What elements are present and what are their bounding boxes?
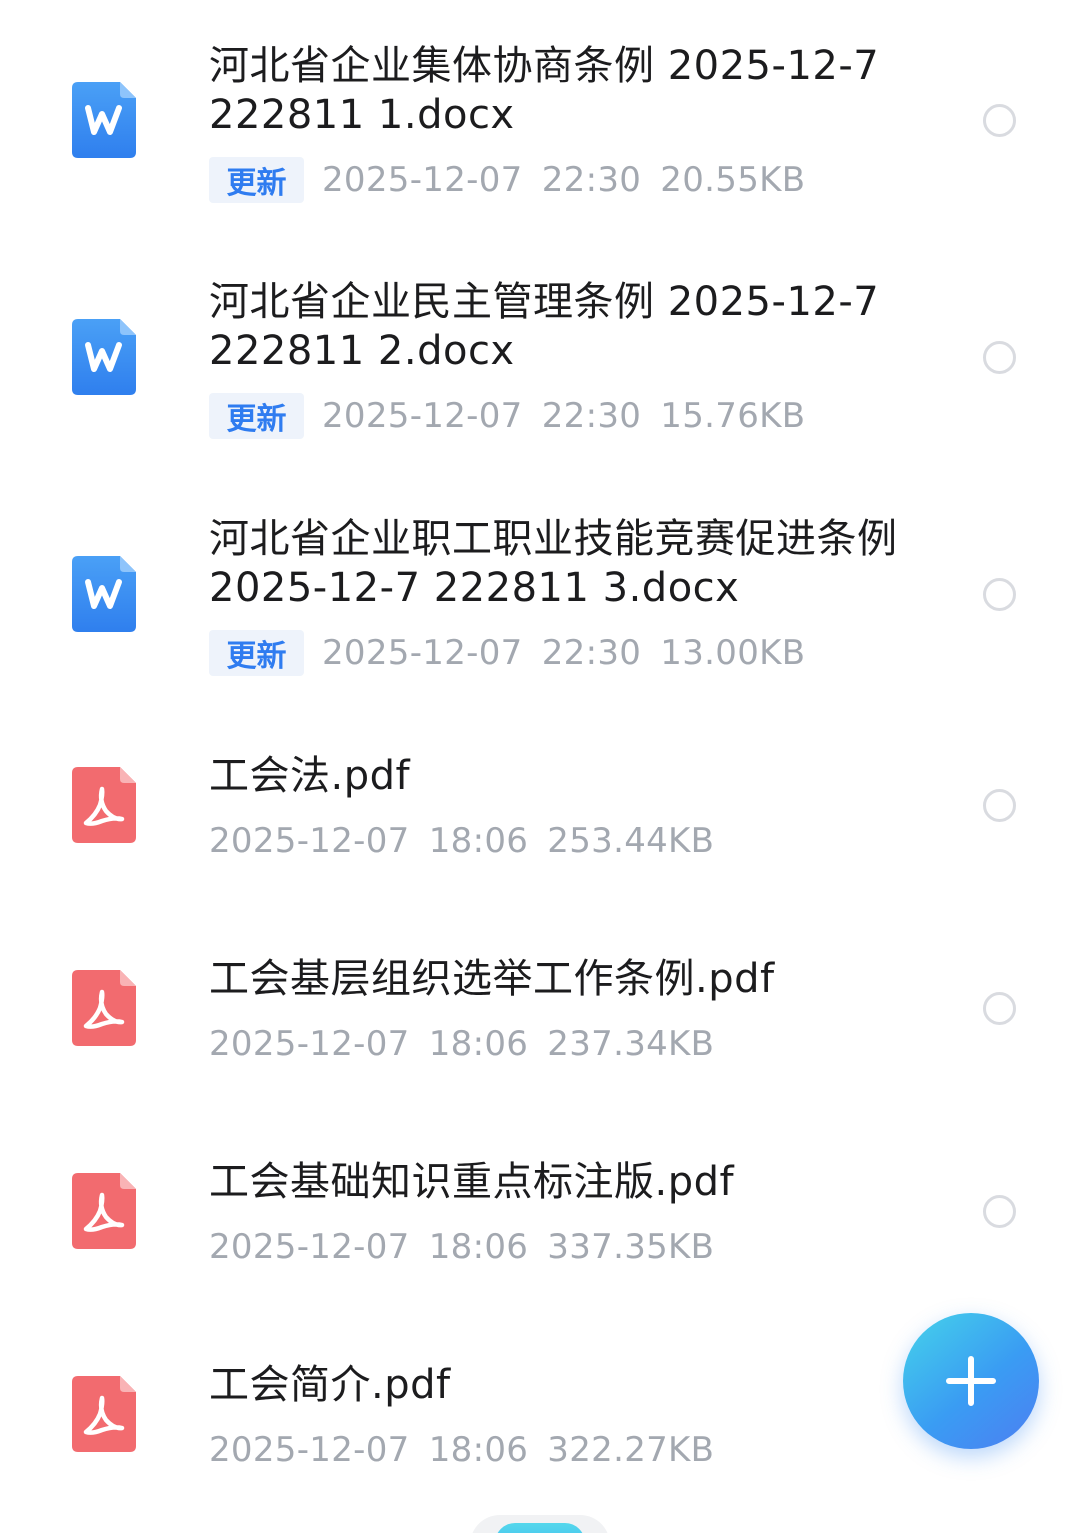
pdf-doc-icon (72, 970, 136, 1046)
file-name: 工会基层组织选举工作条例.pdf (209, 955, 949, 1004)
file-name: 工会法.pdf (209, 752, 949, 801)
file-name-line: 工会简介.pdf (209, 1362, 451, 1408)
select-radio[interactable] (983, 789, 1016, 822)
file-name-line: 工会基础知识重点标注版.pdf (209, 1159, 735, 1205)
word-doc-icon (72, 556, 136, 632)
file-name-line: 河北省企业民主管理条例 2025-12-7 (209, 279, 880, 325)
select-radio[interactable] (983, 1195, 1016, 1228)
pdf-doc-icon (72, 1376, 136, 1452)
add-button[interactable] (903, 1313, 1039, 1449)
file-name-line: 工会法.pdf (209, 753, 411, 799)
select-radio[interactable] (983, 992, 1016, 1025)
file-meta-row: 更新 2025-12-07 22:30 20.55KB (209, 157, 805, 203)
file-list-screen: 河北省企业集体协商条例 2025-12-7 222811 1.docx 更新 2… (0, 0, 1080, 1533)
file-name: 工会简介.pdf (209, 1361, 949, 1410)
update-badge: 更新 (209, 157, 304, 203)
file-meta-row: 更新 2025-12-07 22:30 15.76KB (209, 393, 805, 439)
update-badge: 更新 (209, 393, 304, 439)
file-list-item[interactable]: 工会基础知识重点标注版.pdf 2025-12-07 18:06 337.35K… (0, 1116, 1080, 1319)
file-list-item[interactable]: 工会法.pdf 2025-12-07 18:06 253.44KB (0, 710, 1080, 913)
file-name: 河北省企业集体协商条例 2025-12-7 222811 1.docx (209, 42, 949, 140)
file-name: 河北省企业职工职业技能竞赛促进条例 2025-12-7 222811 3.doc… (209, 515, 949, 613)
file-meta-row: 更新 2025-12-07 22:30 13.00KB (209, 630, 805, 676)
file-meta: 2025-12-07 18:06 253.44KB (209, 821, 715, 861)
file-list-item[interactable]: 工会基层组织选举工作条例.pdf 2025-12-07 18:06 237.34… (0, 913, 1080, 1116)
select-radio[interactable] (983, 578, 1016, 611)
file-list-item[interactable]: 河北省企业集体协商条例 2025-12-7 222811 1.docx 更新 2… (0, 0, 1080, 236)
pdf-doc-icon (72, 767, 136, 843)
file-name-line: 2025-12-7 222811 3.docx (209, 565, 740, 611)
file-meta: 2025-12-07 18:06 322.27KB (209, 1430, 715, 1470)
bottom-dock (470, 1515, 610, 1533)
select-radio[interactable] (983, 341, 1016, 374)
file-name-line: 河北省企业集体协商条例 2025-12-7 (209, 43, 880, 89)
file-meta-row: 2025-12-07 18:06 322.27KB (209, 1427, 714, 1473)
file-meta: 2025-12-07 22:30 20.55KB (322, 160, 806, 200)
file-meta: 2025-12-07 22:30 13.00KB (322, 633, 806, 673)
plus-icon (946, 1356, 996, 1406)
file-meta-row: 2025-12-07 18:06 237.34KB (209, 1021, 714, 1067)
pdf-doc-icon (72, 1173, 136, 1249)
file-meta: 2025-12-07 22:30 15.76KB (322, 396, 806, 436)
file-name-line: 工会基层组织选举工作条例.pdf (209, 956, 775, 1002)
file-name-line: 222811 1.docx (209, 92, 515, 138)
file-name-line: 222811 2.docx (209, 328, 515, 374)
select-radio[interactable] (983, 104, 1016, 137)
file-meta: 2025-12-07 18:06 337.35KB (209, 1227, 715, 1267)
file-name: 河北省企业民主管理条例 2025-12-7 222811 2.docx (209, 278, 949, 376)
file-list-item[interactable]: 河北省企业民主管理条例 2025-12-7 222811 2.docx 更新 2… (0, 236, 1080, 473)
update-badge: 更新 (209, 630, 304, 676)
word-doc-icon (72, 82, 136, 158)
bottom-dock-button[interactable] (495, 1523, 585, 1533)
file-meta-row: 2025-12-07 18:06 253.44KB (209, 818, 714, 864)
file-name-line: 河北省企业职工职业技能竞赛促进条例 (209, 516, 898, 562)
file-meta: 2025-12-07 18:06 237.34KB (209, 1024, 715, 1064)
file-list-item[interactable]: 河北省企业职工职业技能竞赛促进条例 2025-12-7 222811 3.doc… (0, 473, 1080, 710)
file-name: 工会基础知识重点标注版.pdf (209, 1158, 949, 1207)
file-meta-row: 2025-12-07 18:06 337.35KB (209, 1224, 714, 1270)
word-doc-icon (72, 319, 136, 395)
